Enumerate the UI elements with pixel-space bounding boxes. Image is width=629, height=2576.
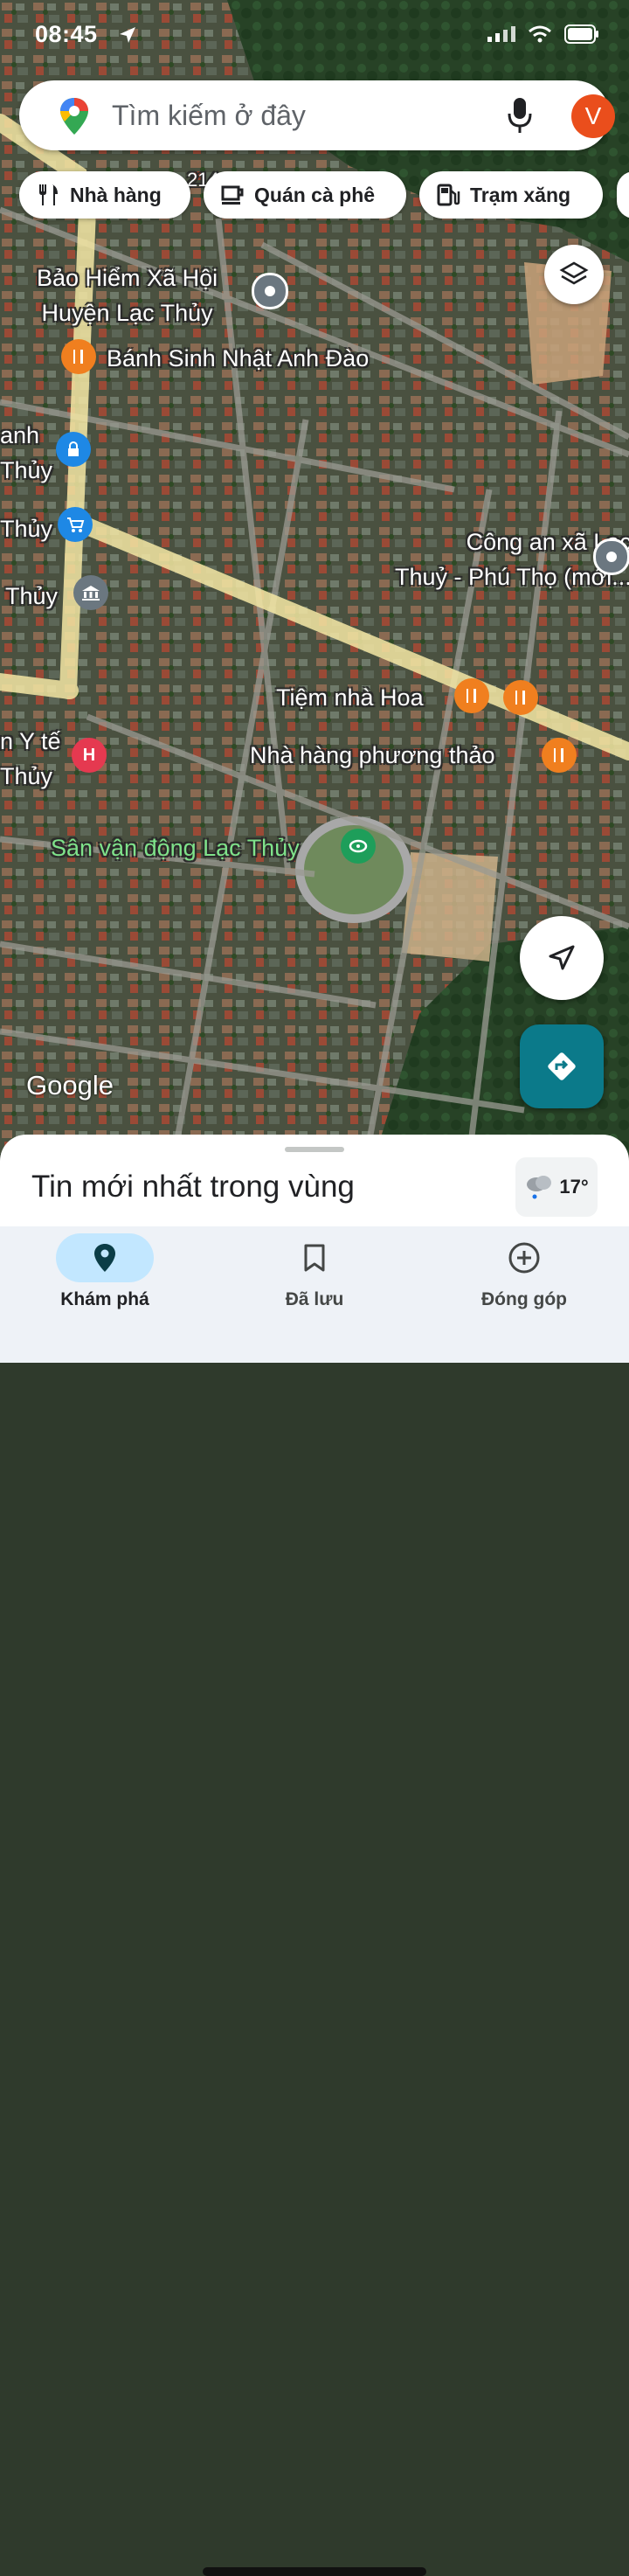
lock-marker-icon[interactable] xyxy=(56,432,91,467)
home-indicator[interactable] xyxy=(203,2567,426,2576)
avatar[interactable]: V xyxy=(571,94,615,138)
nav-icon-wrap xyxy=(56,1233,154,1282)
restaurant-marker-icon[interactable] xyxy=(503,680,538,715)
layers-button[interactable] xyxy=(544,245,604,304)
chip-label: Trạm xăng xyxy=(470,183,571,206)
battery-icon xyxy=(564,24,598,44)
location-arrow-icon xyxy=(120,27,135,43)
restaurant-marker-icon[interactable] xyxy=(454,678,489,713)
nav-icon-wrap xyxy=(475,1233,573,1282)
map-label-left4[interactable]: n Y tế Thủy xyxy=(0,724,61,794)
map-label-svd[interactable]: Sân vận động Lạc Thủy xyxy=(51,830,300,865)
place-marker-icon[interactable] xyxy=(252,273,288,309)
rain-cloud-icon xyxy=(527,1176,552,1199)
search-bar[interactable]: Tìm kiếm ở đây V xyxy=(19,80,615,150)
chip-gas-station[interactable]: Trạm xăng xyxy=(419,171,603,219)
weather-badge[interactable]: 17° xyxy=(515,1157,598,1217)
chip-label: Quán cà phê xyxy=(254,183,376,206)
map-label-left2[interactable]: Thủy xyxy=(0,511,52,546)
gas-pump-icon xyxy=(437,184,460,206)
place-marker-icon[interactable] xyxy=(593,538,629,575)
hospital-marker-icon[interactable]: H xyxy=(72,738,107,773)
sheet-title: Tin mới nhất trong vùng xyxy=(31,1170,355,1204)
sheet-drag-handle[interactable] xyxy=(285,1147,344,1152)
my-location-button[interactable] xyxy=(520,916,604,1000)
map-pin-icon xyxy=(94,1244,115,1272)
government-building-marker-icon[interactable] xyxy=(73,575,108,610)
stadium-marker-icon[interactable] xyxy=(341,829,376,864)
status-time: 08:45 xyxy=(35,21,98,47)
temperature: 17° xyxy=(559,1176,589,1198)
navigation-arrow-icon xyxy=(549,945,575,970)
google-maps-logo-icon xyxy=(60,98,88,135)
directions-icon xyxy=(548,1052,576,1080)
cellular-signal-icon xyxy=(487,26,515,42)
chip-coffee[interactable]: Quán cà phê xyxy=(204,171,406,219)
restaurant-marker-icon[interactable] xyxy=(61,339,96,374)
map-label-left1[interactable]: anh Thủy xyxy=(0,418,52,488)
nav-icon-wrap xyxy=(266,1233,363,1282)
microphone-icon[interactable] xyxy=(505,96,535,135)
map-label-left3[interactable]: Thủy xyxy=(5,579,58,614)
wifi-icon xyxy=(529,25,551,43)
nav-contribute[interactable]: Đóng góp xyxy=(419,1226,629,1323)
google-attribution: Google xyxy=(26,1070,114,1101)
bottom-navigation: Khám phá Đã lưu Đóng góp xyxy=(0,1226,629,2576)
restaurant-marker-icon[interactable] xyxy=(542,738,577,773)
map-label-banh[interactable]: Bánh Sinh Nhật Anh Đào xyxy=(107,341,369,376)
nav-saved[interactable]: Đã lưu xyxy=(210,1226,419,1323)
status-bar: 08:45 xyxy=(0,19,629,54)
nav-label: Đóng góp xyxy=(481,1289,567,1309)
nav-label: Đã lưu xyxy=(285,1289,344,1309)
fork-knife-icon xyxy=(39,184,58,205)
nav-label: Khám phá xyxy=(60,1289,149,1309)
layers-icon xyxy=(559,261,589,285)
directions-button[interactable] xyxy=(520,1024,604,1108)
shopping-cart-marker-icon[interactable] xyxy=(58,507,93,542)
map-label-bhxh[interactable]: Bảo Hiểm Xã Hội Huyện Lạc Thủy xyxy=(37,260,218,330)
map-label-nhahang[interactable]: Nhà hàng phương thảo xyxy=(250,738,495,773)
add-circle-icon xyxy=(508,1242,540,1274)
chip-label: Nhà hàng xyxy=(70,183,162,206)
coffee-cup-icon xyxy=(221,185,244,205)
nav-explore[interactable]: Khám phá xyxy=(0,1226,210,1323)
map-label-tiem[interactable]: Tiệm nhà Hoa xyxy=(276,680,424,715)
search-input[interactable]: Tìm kiếm ở đây xyxy=(112,100,306,132)
chip-restaurants[interactable]: Nhà hàng xyxy=(19,171,190,219)
bookmark-icon xyxy=(304,1244,325,1272)
